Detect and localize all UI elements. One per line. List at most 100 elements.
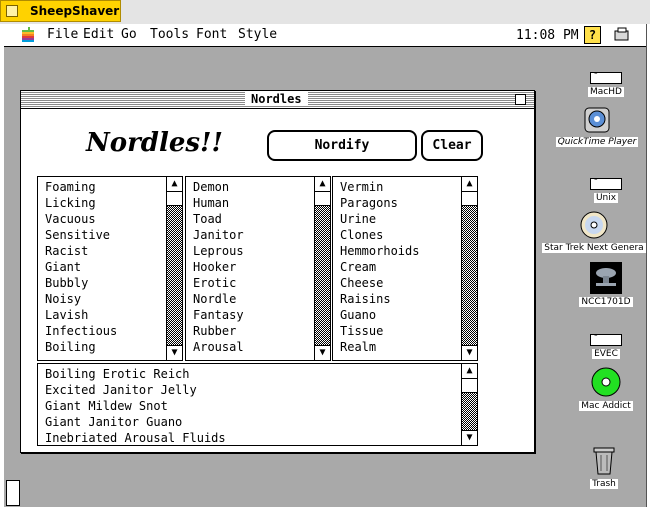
scroll-thumb[interactable] <box>462 191 477 206</box>
desktop-icon-startrek[interactable]: Star Trek Next Genera <box>542 210 646 253</box>
list-item[interactable]: Infectious <box>45 324 117 338</box>
list-item[interactable]: Inebriated Arousal Fluids <box>45 431 226 445</box>
list-item[interactable]: Raisins <box>340 292 391 306</box>
list-item[interactable]: Bubbly <box>45 276 88 290</box>
list-item[interactable]: Boiling <box>45 340 96 354</box>
scroll-up-arrow-icon[interactable]: ▲ <box>462 364 477 379</box>
scroll-up-arrow-icon[interactable]: ▲ <box>462 177 477 192</box>
hard-disk-icon <box>590 174 622 190</box>
scrollbar[interactable]: ▲ ▼ <box>314 177 330 360</box>
desktop-icon-trash[interactable]: Trash <box>576 444 632 489</box>
menu-font[interactable]: Font <box>196 27 227 42</box>
list-item[interactable]: Licking <box>45 196 96 210</box>
menu-go[interactable]: Go <box>121 27 137 42</box>
list-item[interactable]: Boiling Erotic Reich <box>45 367 190 381</box>
page-title: Nordles!! <box>86 128 223 158</box>
list-item[interactable]: Giant Mildew Snot <box>45 399 168 413</box>
list-item[interactable]: Erotic <box>193 276 236 290</box>
apple-menu-icon[interactable] <box>21 27 35 42</box>
desktop-icon-label: NCC1701D <box>579 297 633 307</box>
menu-tools[interactable]: Tools <box>150 27 189 42</box>
cd-icon <box>591 367 621 397</box>
window-title-bar[interactable]: Nordles <box>21 91 534 109</box>
host-window-title: SheepShaver <box>30 4 120 18</box>
list-item[interactable]: Vacuous <box>45 212 96 226</box>
list-item[interactable]: Paragons <box>340 196 398 210</box>
list-item[interactable]: Hooker <box>193 260 236 274</box>
zoom-box-icon[interactable] <box>515 94 526 105</box>
list-item[interactable]: Human <box>193 196 229 210</box>
menu-edit[interactable]: Edit <box>83 27 114 42</box>
list-item[interactable]: Arousal <box>193 340 244 354</box>
window-title: Nordles <box>245 92 308 106</box>
scroll-up-arrow-icon[interactable]: ▲ <box>167 177 182 192</box>
menu-clock[interactable]: 11:08 PM <box>516 28 579 43</box>
scroll-thumb[interactable] <box>462 378 477 393</box>
list-item[interactable]: Clones <box>340 228 383 242</box>
scroll-thumb[interactable] <box>315 191 330 206</box>
desktop-icon-quicktime[interactable]: QuickTime Player <box>552 106 642 147</box>
help-icon[interactable]: ? <box>584 26 601 44</box>
results-list[interactable]: Inebriated Arousal Fluids Giant Janitor G… <box>37 363 478 446</box>
list-item[interactable]: Demon <box>193 180 229 194</box>
object-list[interactable]: Realm Tissue Guano Raisins Cheese Cream Hemmor… <box>332 176 478 361</box>
list-item[interactable]: Urine <box>340 212 376 226</box>
desktop-icon-ncc1701d[interactable]: NCC1701D <box>573 262 639 307</box>
scroll-down-arrow-icon[interactable]: ▼ <box>315 345 330 360</box>
list-item[interactable]: Noisy <box>45 292 81 306</box>
list-item[interactable]: Cheese <box>340 276 383 290</box>
scroll-thumb[interactable] <box>167 191 182 206</box>
list-item[interactable]: Fantasy <box>193 308 244 322</box>
window-icon <box>6 5 18 17</box>
desktop-icon-machd[interactable]: MacHD <box>576 68 636 97</box>
desktop-icon-unix[interactable]: Unix <box>576 174 636 203</box>
hard-disk-icon <box>590 330 622 346</box>
starship-icon <box>590 262 622 294</box>
list-item[interactable]: Racist <box>45 244 88 258</box>
list-item[interactable]: Giant <box>45 260 81 274</box>
list-item[interactable]: Lavish <box>45 308 88 322</box>
list-item[interactable]: Guano <box>340 308 376 322</box>
list-item[interactable]: Nordle <box>193 292 236 306</box>
list-item[interactable]: Janitor <box>193 228 244 242</box>
clear-button[interactable]: Clear <box>421 130 483 161</box>
list-item[interactable]: Vermin <box>340 180 383 194</box>
list-item[interactable]: Sensitive <box>45 228 110 242</box>
scroll-down-arrow-icon[interactable]: ▼ <box>462 430 477 445</box>
adjective-list[interactable]: Boiling Infectious Lavish Noisy Bubbly Giant R… <box>37 176 183 361</box>
list-item[interactable]: Realm <box>340 340 376 354</box>
trash-icon <box>593 447 615 475</box>
desktop-icon-label: Star Trek Next Genera <box>542 243 646 253</box>
desktop-icon-label: QuickTime Player <box>555 137 639 147</box>
application-menu-icon[interactable] <box>613 27 630 42</box>
list-item[interactable]: Foaming <box>45 180 96 194</box>
list-item[interactable]: Giant Janitor Guano <box>45 415 182 429</box>
host-window-tab[interactable]: SheepShaver <box>0 0 121 22</box>
mac-desktop: File Edit Go Tools Font Style 11:08 PM ?… <box>4 24 647 507</box>
desktop-icon-label: Trash <box>590 479 618 489</box>
scrollbar[interactable]: ▲ ▼ <box>461 177 477 360</box>
desktop-icon-macaddict[interactable]: Mac Addict <box>570 366 642 411</box>
list-item[interactable]: Excited Janitor Jelly <box>45 383 197 397</box>
desktop-icon-label: MacHD <box>588 87 624 97</box>
nordify-button[interactable]: Nordify <box>267 130 417 161</box>
desktop-icon-label: EVEC <box>592 349 620 359</box>
scroll-up-arrow-icon[interactable]: ▲ <box>315 177 330 192</box>
menu-file[interactable]: File <box>47 27 78 42</box>
noun-list[interactable]: Arousal Rubber Fantasy Nordle Erotic Hooker Le… <box>185 176 331 361</box>
scroll-down-arrow-icon[interactable]: ▼ <box>167 345 182 360</box>
collapsed-window-tab[interactable] <box>6 480 20 506</box>
menu-style[interactable]: Style <box>238 27 277 42</box>
list-item[interactable]: Hemmorhoids <box>340 244 419 258</box>
list-item[interactable]: Toad <box>193 212 222 226</box>
list-item[interactable]: Leprous <box>193 244 244 258</box>
scrollbar[interactable]: ▲ ▼ <box>166 177 182 360</box>
list-item[interactable]: Tissue <box>340 324 383 338</box>
nordles-window: Nordles Nordles!! Nordify Clear Boiling I… <box>20 90 535 453</box>
scroll-down-arrow-icon[interactable]: ▼ <box>462 345 477 360</box>
desktop-icon-evec[interactable]: EVEC <box>576 330 636 359</box>
desktop-icon-label: Mac Addict <box>579 401 633 411</box>
list-item[interactable]: Rubber <box>193 324 236 338</box>
scrollbar[interactable]: ▲ ▼ <box>461 364 477 445</box>
list-item[interactable]: Cream <box>340 260 376 274</box>
